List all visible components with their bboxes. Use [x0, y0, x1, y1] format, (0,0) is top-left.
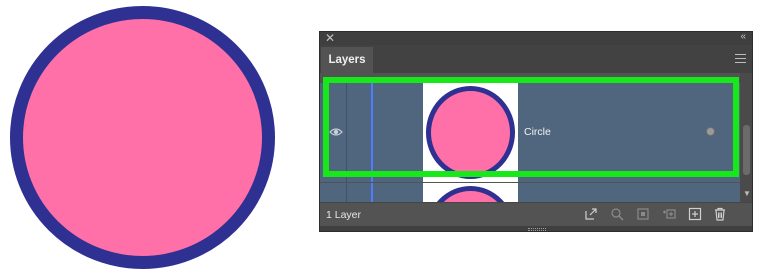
scroll-thumb[interactable]: [743, 125, 750, 175]
scrollbar[interactable]: ▼: [740, 73, 752, 202]
close-icon[interactable]: ✕: [325, 32, 335, 46]
layer-color-bar: [371, 183, 373, 202]
collapse-icon[interactable]: «: [740, 32, 746, 45]
create-sublayer-icon[interactable]: [662, 207, 676, 221]
make-clipping-mask-icon[interactable]: [636, 207, 650, 221]
circle-shape: [10, 6, 275, 269]
layer-row-partial[interactable]: [320, 183, 740, 202]
locate-object-icon[interactable]: [610, 207, 624, 221]
scroll-down-icon[interactable]: ▼: [743, 189, 751, 199]
panel-title-bar[interactable]: ✕ «: [320, 32, 752, 45]
layers-panel: ✕ « Layers Circle ▼ 1 Layer: [319, 31, 753, 232]
export-icon[interactable]: [584, 207, 598, 221]
column-divider: [346, 183, 347, 202]
layer-thumbnail: [423, 183, 518, 202]
delete-icon[interactable]: [713, 207, 727, 221]
panel-footer: 1 Layer: [320, 202, 752, 226]
selection-highlight: [323, 77, 739, 177]
hamburger-menu-icon[interactable]: [735, 54, 746, 63]
layer-count: 1 Layer: [326, 209, 362, 221]
create-layer-icon[interactable]: [688, 207, 702, 221]
tab-layers[interactable]: Layers: [321, 47, 373, 73]
resize-grip[interactable]: [320, 226, 752, 231]
panel-tab-bar: Layers: [320, 45, 752, 73]
artboard-circle[interactable]: [10, 6, 275, 269]
